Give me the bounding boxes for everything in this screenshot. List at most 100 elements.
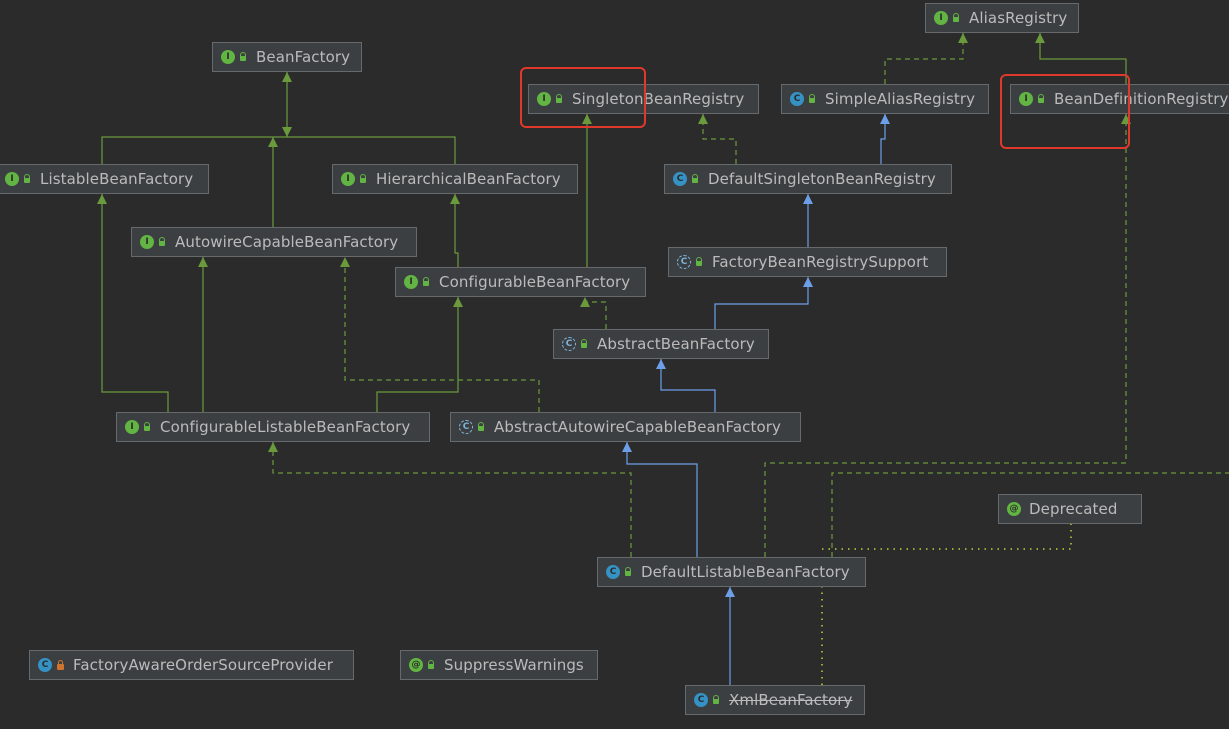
abstract-class-icon: C [677,255,691,269]
node-label: FactoryBeanRegistrySupport [712,253,929,271]
node-label: ConfigurableListableBeanFactory [160,418,411,436]
edge-abstract-bean-factory-14 [584,297,607,329]
edge-arrowhead [656,359,666,369]
class-icon: C [694,693,708,707]
node-xml-bean-factory[interactable]: C XmlBeanFactory [685,685,865,715]
public-visibility-icon [695,256,704,267]
public-visibility-icon [580,338,589,349]
node-deprecated[interactable]: @ Deprecated [998,494,1142,524]
class-icon: C [38,658,52,672]
edge-arrowhead [97,194,107,204]
interface-icon: I [1019,92,1033,106]
interface-icon: I [221,50,235,64]
node-label: FactoryAwareOrderSourceProvider [73,656,333,674]
edge-arrowhead [1035,33,1045,43]
node-label: DefaultListableBeanFactory [641,563,850,581]
public-visibility-icon [952,12,961,23]
node-abstract-autowire-capable-bean-factory[interactable]: C AbstractAutowireCapableBeanFactory [450,412,801,442]
interface-icon: I [125,420,139,434]
edge-arrowhead [725,587,735,597]
annotation-icon: @ [409,658,423,672]
public-visibility-icon [624,566,633,577]
public-visibility-icon [143,421,152,432]
node-factory-bean-registry-support[interactable]: C FactoryBeanRegistrySupport [668,247,947,277]
interface-icon: I [140,235,154,249]
node-label: AliasRegistry [969,9,1068,27]
node-label: HierarchicalBeanFactory [376,170,561,188]
edge-default-listable-bean-factory-18 [272,442,632,557]
node-label: SingletonBeanRegistry [572,90,745,108]
node-label: XmlBeanFactory [729,691,853,709]
node-label: Deprecated [1029,500,1118,518]
public-visibility-icon [359,173,368,184]
edge-configurable-listable-bean-factory-7 [376,297,459,412]
node-label: BeanDefinitionRegistry [1054,90,1229,108]
node-label: SuppressWarnings [444,656,584,674]
public-visibility-icon [158,236,167,247]
edge-arrowhead [198,257,208,267]
node-label: ConfigurableBeanFactory [439,273,631,291]
interface-icon: I [934,11,948,25]
public-visibility-icon [239,51,248,62]
edge-configurable-bean-factory-3 [454,194,459,267]
node-simple-alias-registry[interactable]: C SimpleAliasRegistry [781,84,989,114]
edge-arrowhead [450,194,460,204]
node-hierarchical-bean-factory[interactable]: I HierarchicalBeanFactory [332,164,578,194]
node-label: SimpleAliasRegistry [825,90,976,108]
public-visibility-icon [477,421,486,432]
edge-default-singleton-bean-registry-8 [702,114,737,164]
public-visibility-icon [691,173,700,184]
edge-arrowhead [582,114,592,124]
edge-arrowhead [803,194,813,204]
edge-arrowhead [268,442,278,452]
edge-arrowhead [803,277,813,287]
public-visibility-icon [1037,93,1046,104]
node-label: AutowireCapableBeanFactory [175,233,399,251]
node-autowire-capable-bean-factory[interactable]: I AutowireCapableBeanFactory [131,227,417,257]
edge-arrowhead [282,127,292,137]
node-suppress-warnings[interactable]: @ SuppressWarnings [400,650,598,680]
node-default-listable-bean-factory[interactable]: C DefaultListableBeanFactory [597,557,866,587]
uml-diagram-canvas: I AliasRegistry I BeanFactory I SingletonBean… [0,0,1229,729]
edge-simple-alias-registry-10 [884,33,964,84]
node-label: BeanFactory [256,48,351,66]
interface-icon: I [404,275,418,289]
interface-icon: I [537,92,551,106]
edge-arrowhead [282,72,292,82]
edge-arrowhead [453,297,463,307]
public-visibility-icon [427,659,436,670]
public-visibility-icon [808,93,817,104]
edge-arrowhead [880,114,890,124]
edge-listable-bean-factory-0 [101,72,288,164]
class-icon: C [606,565,620,579]
edge-arrowhead [340,257,350,267]
node-bean-definition-registry[interactable]: I BeanDefinitionRegistry [1010,84,1229,114]
node-listable-bean-factory[interactable]: I ListableBeanFactory [0,164,209,194]
interface-icon: I [5,172,19,186]
class-icon: C [790,92,804,106]
node-factory-aware-order-source-provider[interactable]: C FactoryAwareOrderSourceProvider [29,650,354,680]
abstract-class-icon: C [562,337,576,351]
node-default-singleton-bean-registry[interactable]: C DefaultSingletonBeanRegistry [664,164,952,194]
interface-icon: I [341,172,355,186]
edge-hierarchical-bean-factory-1 [287,136,456,164]
node-configurable-bean-factory[interactable]: I ConfigurableBeanFactory [395,267,646,297]
class-icon: C [673,172,687,186]
node-singleton-bean-registry[interactable]: I SingletonBeanRegistry [528,84,759,114]
edge-arrowhead [698,114,708,124]
public-visibility-icon [422,276,431,287]
node-label: AbstractBeanFactory [597,335,755,353]
node-configurable-listable-bean-factory[interactable]: I ConfigurableListableBeanFactory [116,412,430,442]
edge-default-listable-bean-factory-22 [822,524,1072,550]
node-label: DefaultSingletonBeanRegistry [708,170,936,188]
node-bean-factory[interactable]: I BeanFactory [212,42,362,72]
public-visibility-icon [555,93,564,104]
node-label: AbstractAutowireCapableBeanFactory [494,418,782,436]
node-label: ListableBeanFactory [40,170,194,188]
edge-arrowhead [1121,114,1131,124]
edge-arrowhead [580,297,590,307]
edge-abstract-autowire-capable-bean-factory-15 [660,359,716,412]
node-abstract-bean-factory[interactable]: C AbstractBeanFactory [553,329,769,359]
node-alias-registry[interactable]: I AliasRegistry [925,3,1079,33]
edge-arrowhead [622,442,632,452]
